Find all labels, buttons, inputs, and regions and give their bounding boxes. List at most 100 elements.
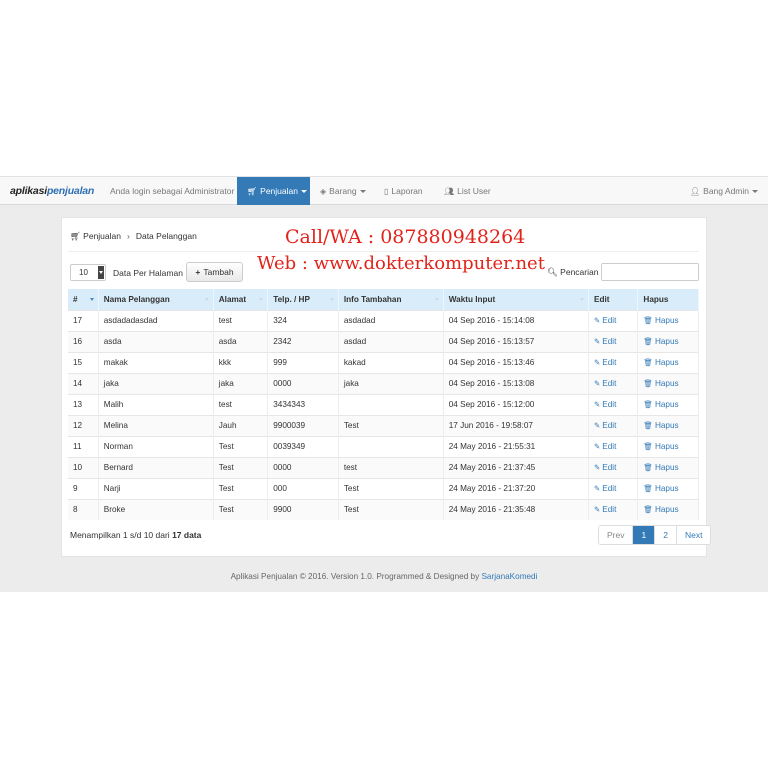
column-header-label: Nama Pelanggan (103, 294, 170, 304)
edit-label: Edit (602, 505, 617, 515)
edit-link[interactable]: ✎ Edit (588, 330, 639, 352)
delete-label: Hapus (654, 463, 679, 472)
delete-link[interactable]: 🗑︎ Hapus (637, 498, 699, 520)
delete-label: Hapus (654, 421, 679, 430)
cell-no: 15 (68, 351, 99, 373)
delete-link[interactable]: 🗑︎ Hapus (637, 435, 699, 457)
cell-no: 12 (68, 414, 99, 436)
pencil-icon: ✎ (594, 484, 601, 493)
column-header[interactable]: Alamat (213, 289, 269, 310)
cell-alamat: jaka (213, 372, 269, 394)
delete-link[interactable]: 🗑︎ Hapus (637, 393, 699, 415)
breadcrumb: 🛒︎ Penjualan › Data Pelanggan (70, 231, 197, 242)
add-button[interactable]: + Tambah (186, 262, 243, 282)
edit-label: Edit (602, 316, 617, 325)
table-row: 17 asdadadasdad test 324 asdadad 04 Sep 2016 … (68, 309, 699, 331)
cell-nama: asda (98, 330, 214, 352)
page-button-1[interactable]: 1 (633, 526, 656, 544)
nav-menu-penjualan[interactable]: 🛒︎ Penjualan (237, 177, 310, 205)
column-header[interactable]: Telp. / HP (267, 289, 339, 310)
cell-alamat: Test (213, 456, 269, 478)
user-menu[interactable]: 👤︎ Bang Admin (680, 177, 768, 205)
delete-link[interactable]: 🗑︎ Hapus (637, 330, 699, 352)
column-header[interactable]: # (68, 289, 99, 310)
edit-link[interactable]: ✎ Edit (588, 435, 639, 457)
column-header-label: # (73, 294, 78, 304)
page-size-select[interactable]: 10 (70, 264, 106, 281)
delete-link[interactable]: 🗑︎ Hapus (637, 309, 699, 331)
column-header-label: Hapus (643, 294, 669, 304)
cell-waktu: 04 Sep 2016 - 15:12:00 (443, 393, 590, 415)
watermark-contact: Call/WA : 087880948264 (285, 226, 526, 248)
nav-menu-barang[interactable]: ◈ Barang (310, 177, 376, 205)
table-info: Menampilkan 1 s/d 10 dari 17 data (70, 530, 201, 540)
cell-nama: Narji (98, 477, 214, 499)
cell-alamat: test (213, 393, 269, 415)
sort-icon (204, 298, 209, 301)
column-header[interactable]: Waktu Input (443, 289, 590, 310)
edit-link[interactable]: ✎ Edit (588, 393, 639, 415)
spinner-icon[interactable] (98, 266, 104, 279)
sort-icon (580, 298, 584, 301)
nav-menu-list-user[interactable]: 👥︎ List User (434, 177, 501, 205)
nav-label: Penjualan (260, 186, 298, 196)
edit-link[interactable]: ✎ Edit (588, 351, 639, 373)
breadcrumb-item[interactable]: Penjualan (83, 231, 121, 241)
edit-link[interactable]: ✎ Edit (588, 498, 639, 520)
column-header[interactable]: Info Tambahan (338, 289, 444, 310)
cell-nama: Broke (98, 498, 214, 520)
trash-icon: 🗑︎ (643, 337, 653, 346)
search-input[interactable] (601, 263, 699, 281)
cell-telp: 0000 (267, 372, 339, 394)
brand-logo[interactable]: aplikasipenjualan (10, 185, 94, 197)
plus-icon: + (195, 267, 201, 277)
delete-link[interactable]: 🗑︎ Hapus (637, 351, 699, 373)
document-icon: ▯ (384, 187, 389, 196)
column-header[interactable]: Nama Pelanggan (98, 289, 214, 310)
delete-link[interactable]: 🗑︎ Hapus (637, 477, 699, 499)
page-button-2[interactable]: 2 (655, 526, 677, 544)
edit-label: Edit (602, 421, 617, 430)
trash-icon: 🗑︎ (643, 484, 653, 493)
cell-no: 8 (68, 498, 99, 520)
delete-link[interactable]: 🗑︎ Hapus (637, 372, 699, 394)
brand-text-a: aplikasi (10, 185, 47, 197)
table-info-text: Menampilkan 1 s/d 10 dari (70, 530, 173, 540)
next-button[interactable]: Next (676, 526, 711, 544)
cell-telp: 9900 (267, 498, 339, 520)
edit-link[interactable]: ✎ Edit (588, 414, 639, 436)
cell-waktu: 04 Sep 2016 - 15:14:08 (443, 309, 590, 331)
cell-telp: 9900039 (267, 414, 339, 436)
footer-author-link[interactable]: SarjanaKomedi (481, 572, 537, 581)
cell-info: asdadad (338, 309, 444, 331)
table-row: 15 makak kkk 999 kakad 04 Sep 2016 - 15:13:46… (68, 351, 699, 373)
table-row: 13 Malih test 3434343 04 Sep 2016 - 15:12:00… (68, 393, 699, 415)
table-row: 9 Narji Test 000 Test 24 May 2016 - 21:37:20 ✎… (68, 477, 699, 499)
user-name: Bang Admin (703, 186, 749, 196)
cell-telp: 000 (267, 477, 339, 499)
customer-table: # Nama Pelanggan Alamat Telp. / HP Info … (68, 289, 699, 520)
delete-link[interactable]: 🗑︎ Hapus (637, 414, 699, 436)
cell-no: 14 (68, 372, 99, 394)
column-header-label: Alamat (218, 294, 247, 304)
pencil-icon: ✎ (594, 442, 601, 451)
cell-alamat: kkk (213, 351, 269, 373)
cell-nama: asdadadasdad (98, 309, 214, 331)
delete-link[interactable]: 🗑︎ Hapus (637, 456, 699, 478)
page-size-value: 10 (79, 268, 88, 277)
table-row: 16 asda asda 2342 asdad 04 Sep 2016 - 15:13:5… (68, 330, 699, 352)
trash-icon: 🗑︎ (643, 316, 653, 325)
trash-icon: 🗑︎ (643, 463, 653, 472)
cell-info (338, 393, 444, 415)
edit-link[interactable]: ✎ Edit (588, 309, 639, 331)
edit-link[interactable]: ✎ Edit (588, 477, 639, 499)
edit-link[interactable]: ✎ Edit (588, 456, 639, 478)
nav-menu-laporan[interactable]: ▯ Laporan (374, 177, 433, 205)
sort-icon (434, 298, 439, 301)
delete-label: Hapus (654, 400, 679, 409)
prev-button[interactable]: Prev (599, 526, 634, 544)
cell-info: jaka (338, 372, 444, 394)
cell-telp: 0000 (267, 456, 339, 478)
edit-link[interactable]: ✎ Edit (588, 372, 639, 394)
cell-nama: Norman (98, 435, 214, 457)
